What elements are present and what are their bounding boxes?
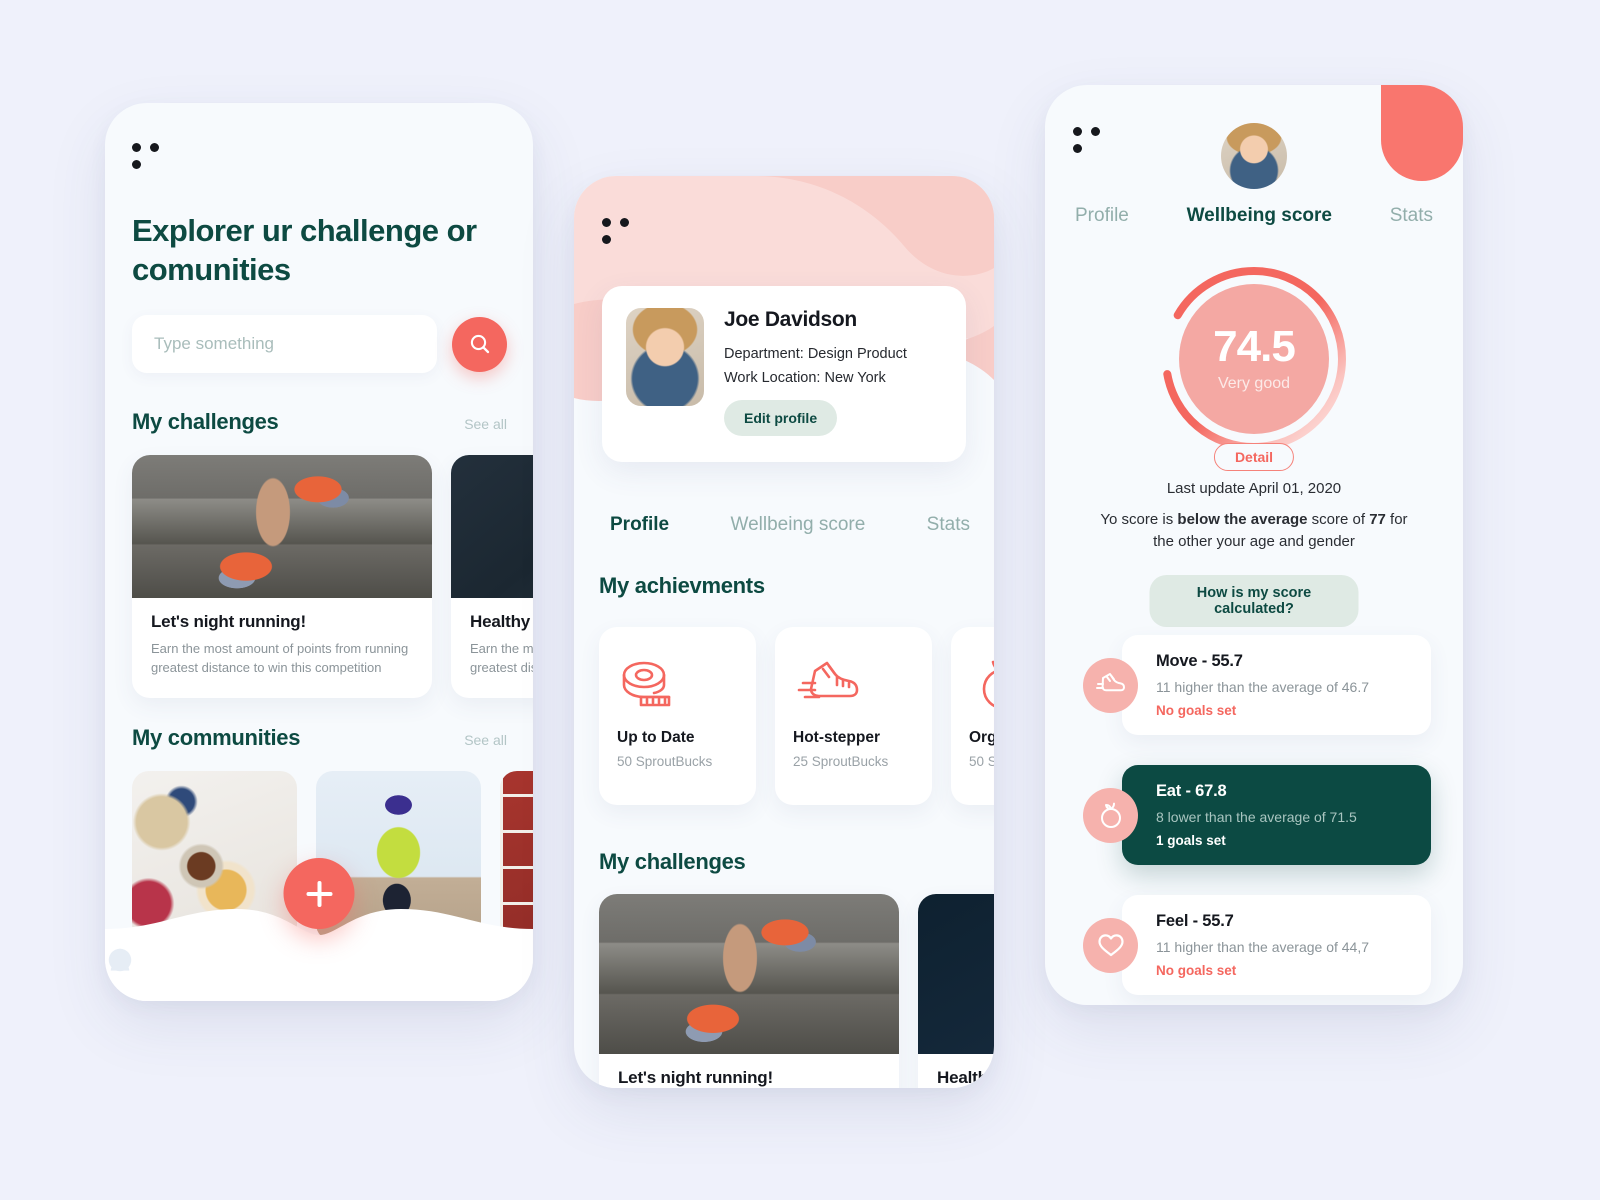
achievement-points: 50 SproutBucks xyxy=(969,754,994,769)
achievement-card[interactable]: Organic 50 SproutBucks xyxy=(951,627,994,805)
communities-section-header: My communities See all xyxy=(132,725,507,751)
metric-title: Move - 55.7 xyxy=(1156,652,1243,670)
metric-subtitle: 8 lower than the average of 71.5 xyxy=(1156,809,1357,825)
profile-work-location: Work Location: New York xyxy=(724,370,886,386)
challenge-title: Healthy xyxy=(937,1068,994,1087)
challenge-card[interactable]: Let's night running! Earn the most amoun… xyxy=(132,455,432,698)
metric-goal-status: No goals set xyxy=(1156,963,1237,978)
phone-explore-screen: Explorer ur challenge or comunities My c… xyxy=(105,103,533,1001)
score-comparison-text: Yo score is below the average score of 7… xyxy=(1097,509,1411,553)
metric-subtitle: 11 higher than the average of 44,7 xyxy=(1156,939,1370,955)
metric-title: Feel - 55.7 xyxy=(1156,912,1234,930)
challenge-description: Earn the most amount of points from runn… xyxy=(151,641,409,675)
tab-profile[interactable]: Profile xyxy=(610,514,669,536)
avatar xyxy=(626,308,704,406)
tab-wellbeing-score[interactable]: Wellbeing score xyxy=(730,514,865,536)
search-input[interactable] xyxy=(132,315,437,373)
see-all-communities[interactable]: See all xyxy=(464,732,507,748)
section-title-communities: My communities xyxy=(132,725,301,750)
profile-department: Department: Design Product xyxy=(724,346,907,362)
status-dots xyxy=(132,143,166,177)
avatar-tab xyxy=(1381,85,1463,181)
tab-profile[interactable]: Profile xyxy=(1075,205,1129,227)
metric-goal-status: 1 goals set xyxy=(1156,833,1226,848)
how-score-calculated-button[interactable]: How is my score calculated? xyxy=(1149,575,1359,627)
metric-card[interactable]: Eat - 67.8 8 lower than the average of 7… xyxy=(1122,765,1431,865)
challenge-image xyxy=(451,455,533,598)
avatar[interactable] xyxy=(1221,123,1287,189)
metric-row-move[interactable]: Move - 55.7 11 higher than the average o… xyxy=(1083,635,1431,735)
screenshot-stage: Explorer ur challenge or comunities My c… xyxy=(0,0,1600,1200)
achievement-points: 25 SproutBucks xyxy=(793,754,889,769)
status-dots xyxy=(1073,127,1107,161)
tab-wellbeing-score[interactable]: Wellbeing score xyxy=(1187,205,1332,227)
section-title-challenges: My challenges xyxy=(132,409,279,434)
achievement-title: Hot-stepper xyxy=(793,729,880,746)
metric-row-eat[interactable]: Eat - 67.8 8 lower than the average of 7… xyxy=(1083,765,1431,865)
challenge-image xyxy=(599,894,899,1054)
comparison-emphasis: below the average xyxy=(1177,511,1308,528)
comparison-middle: score of xyxy=(1307,511,1370,528)
challenges-carousel[interactable]: Let's night running! Healthy xyxy=(599,894,994,1088)
phone-profile-screen: Joe Davidson Department: Design Product … xyxy=(574,176,994,1088)
edit-profile-button[interactable]: Edit profile xyxy=(724,400,838,436)
challenges-section-header: My challenges See all xyxy=(132,409,507,435)
search-icon xyxy=(470,334,489,354)
achievement-card[interactable]: Up to Date 50 SproutBucks xyxy=(599,627,756,805)
challenges-carousel[interactable]: Let's night running! Earn the most amoun… xyxy=(132,455,533,698)
challenge-card[interactable]: Healthy xyxy=(918,894,994,1088)
challenge-image xyxy=(918,894,994,1054)
challenge-card[interactable]: Let's night running! xyxy=(599,894,899,1088)
score-rating: Very good xyxy=(1217,375,1291,392)
profile-card: Joe Davidson Department: Design Product … xyxy=(602,286,966,462)
profile-tabs: Profile Wellbeing score Stats xyxy=(610,514,970,536)
see-all-challenges[interactable]: See all xyxy=(464,416,507,432)
challenge-card[interactable]: Healthy Earn the most amount of points f… xyxy=(451,455,533,698)
search-row xyxy=(132,315,507,373)
apple-icon xyxy=(969,649,994,723)
achievements-carousel[interactable]: Up to Date 50 SproutBucks Hot-stepper 25… xyxy=(599,627,994,805)
status-dots xyxy=(602,218,636,252)
challenge-image xyxy=(132,455,432,598)
last-update-text: Last update April 01, 2020 xyxy=(1166,480,1342,497)
wellbeing-score-gauge: 74.5 Very good xyxy=(1158,263,1350,455)
apple-icon xyxy=(1083,787,1138,843)
challenge-description: Earn the most amount of points from runn… xyxy=(470,641,533,675)
metric-card[interactable]: Move - 55.7 11 higher than the average o… xyxy=(1122,635,1431,735)
add-button[interactable] xyxy=(283,858,355,929)
achievement-card[interactable]: Hot-stepper 25 SproutBucks xyxy=(775,627,932,805)
metric-row-feel[interactable]: Feel - 55.7 11 higher than the average o… xyxy=(1083,895,1431,995)
metric-title: Eat - 67.8 xyxy=(1156,782,1227,800)
section-title-challenges: My challenges xyxy=(599,849,746,874)
heart-icon xyxy=(1083,917,1138,973)
shoe-icon xyxy=(1083,657,1138,713)
challenge-title: Healthy xyxy=(470,612,531,631)
person-icon xyxy=(110,950,130,971)
challenge-title: Let's night running! xyxy=(151,612,306,631)
bottom-navigation xyxy=(105,858,533,1001)
challenge-title: Let's night running! xyxy=(618,1068,773,1087)
achievement-points: 50 SproutBucks xyxy=(617,754,713,769)
metric-subtitle: 11 higher than the average of 46.7 xyxy=(1156,679,1370,695)
achievement-title: Up to Date xyxy=(617,729,695,746)
page-title: Explorer ur challenge or comunities xyxy=(132,213,477,288)
profile-name: Joe Davidson xyxy=(724,308,857,331)
section-title-achievements: My achievments xyxy=(599,573,765,598)
wellbeing-tabs: Profile Wellbeing score Stats xyxy=(1075,205,1433,227)
comparison-prefix: Yo score is xyxy=(1100,511,1178,528)
achievement-title: Organic xyxy=(969,729,994,746)
metric-goal-status: No goals set xyxy=(1156,703,1237,718)
metric-card[interactable]: Feel - 55.7 11 higher than the average o… xyxy=(1122,895,1431,995)
search-button[interactable] xyxy=(452,316,507,372)
sneaker-icon xyxy=(793,649,914,723)
tab-stats[interactable]: Stats xyxy=(927,514,970,536)
score-value: 74.5 xyxy=(1213,322,1296,371)
phone-wellbeing-screen: Profile Wellbeing score Stats 74.5 Very xyxy=(1045,85,1463,1005)
comparison-average: 77 xyxy=(1369,511,1386,528)
tab-stats[interactable]: Stats xyxy=(1390,205,1433,227)
tape-measure-icon xyxy=(617,649,738,723)
score-disc: 74.5 Very good xyxy=(1179,284,1329,434)
detail-button[interactable]: Detail xyxy=(1213,443,1295,471)
